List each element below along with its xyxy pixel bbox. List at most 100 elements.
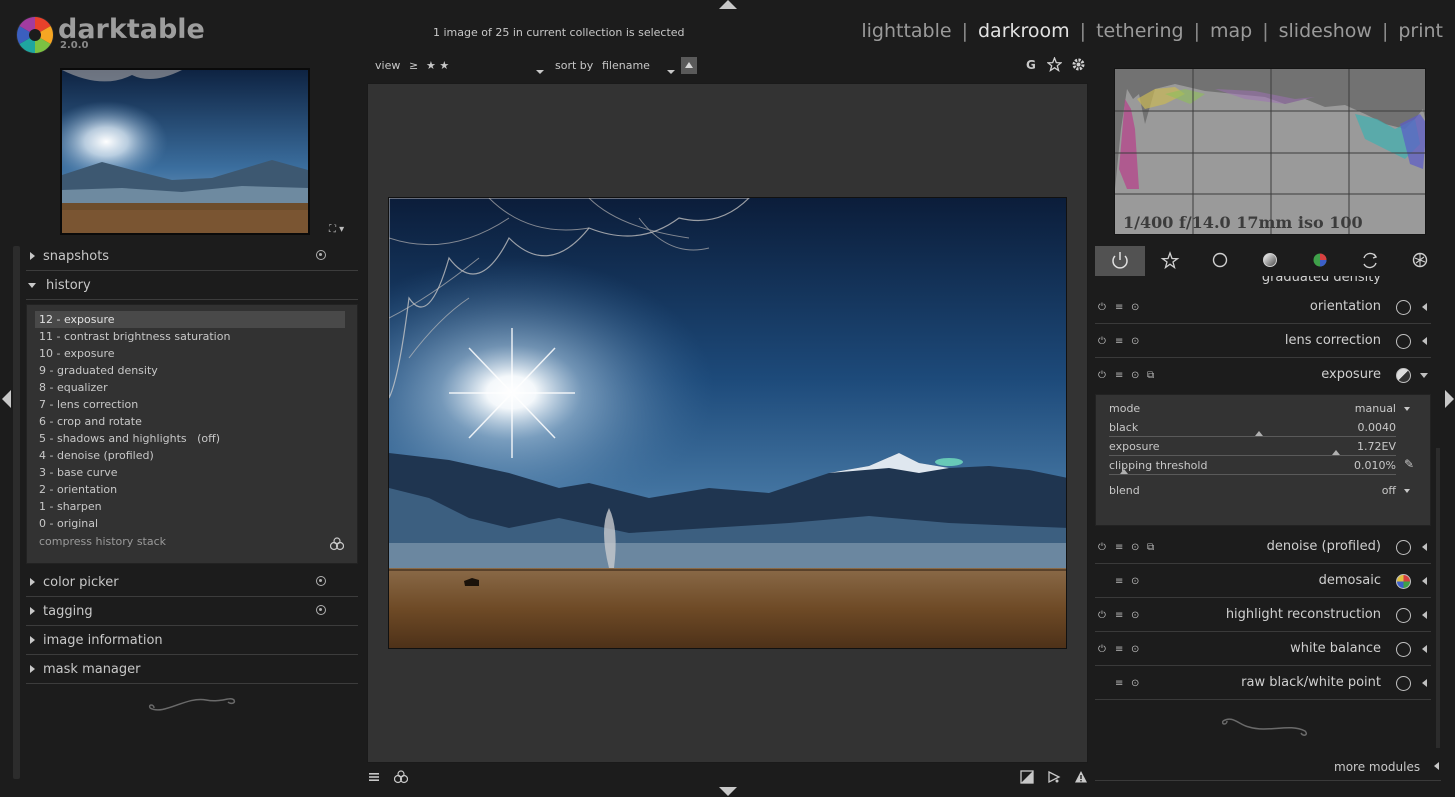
left-scrollbar[interactable] (13, 246, 20, 779)
top-panel-toggle-arrow[interactable] (719, 0, 737, 9)
view-tethering[interactable]: tethering (1096, 20, 1184, 42)
group-active-modules[interactable] (1095, 246, 1145, 276)
power-icon[interactable]: ⏻ (1098, 610, 1106, 621)
view-slideshow[interactable]: slideshow (1279, 20, 1372, 42)
dropdown-arrow-icon[interactable] (1404, 407, 1410, 411)
rating-dropdown-arrow[interactable] (536, 64, 544, 77)
rating-comparator[interactable]: ≥ (409, 59, 418, 72)
hamburger-menu-icon[interactable] (368, 771, 380, 786)
history-item[interactable]: 7 - lens correction (35, 396, 349, 413)
history-item[interactable]: 1 - sharpen (35, 498, 349, 515)
more-modules-button[interactable]: more modules (1334, 760, 1420, 774)
module-demosaic[interactable]: ≡ ⊙ demosaic (1095, 564, 1431, 598)
navigation-zoom-dropdown[interactable]: ⛶ ▾ (329, 224, 344, 235)
power-icon[interactable]: ⏻ (1098, 644, 1106, 655)
group-favorites[interactable] (1145, 246, 1195, 276)
color-picker-icon[interactable]: ✎ (1404, 457, 1414, 471)
presets-icon[interactable]: ≡ (1115, 644, 1123, 655)
expand-arrow-icon[interactable] (1422, 611, 1427, 619)
module-mask-manager[interactable]: mask manager (26, 655, 358, 684)
blend-selector[interactable]: blend off (1109, 484, 1414, 502)
slider-handle[interactable] (1332, 450, 1340, 455)
group-tone[interactable] (1245, 246, 1295, 276)
reset-icon[interactable] (316, 576, 326, 586)
collapse-arrow-icon[interactable] (1420, 373, 1428, 378)
module-white-balance[interactable]: ⏻ ≡ ⊙ white balance (1095, 632, 1431, 666)
reset-icon[interactable]: ⊙ (1131, 610, 1139, 621)
styles-icon[interactable] (393, 770, 409, 787)
reset-icon[interactable]: ⊙ (1131, 302, 1139, 313)
reset-icon[interactable]: ⊙ (1131, 678, 1139, 689)
presets-icon[interactable]: ≡ (1115, 576, 1123, 587)
module-denoise-profiled[interactable]: ⏻ ≡ ⊙ ⧉ denoise (profiled) (1095, 530, 1431, 564)
reset-icon[interactable] (316, 605, 326, 615)
navigation-thumbnail[interactable] (60, 68, 310, 235)
module-lens-correction[interactable]: ⏻ ≡ ⊙ lens correction (1095, 324, 1431, 358)
mode-selector[interactable]: mode manual (1109, 402, 1414, 420)
power-icon[interactable]: ⏻ (1098, 336, 1106, 347)
presets-icon[interactable]: ≡ (1115, 542, 1123, 553)
module-orientation[interactable]: ⏻ ≡ ⊙ orientation (1095, 290, 1431, 324)
presets-icon[interactable]: ≡ (1115, 610, 1123, 621)
module-color-picker[interactable]: color picker (26, 568, 358, 597)
presets-icon[interactable]: ≡ (1115, 302, 1123, 313)
more-modules-arrow-icon[interactable] (1434, 762, 1439, 770)
view-map[interactable]: map (1210, 20, 1252, 42)
rating-filter-stars[interactable]: ★ ★ (426, 59, 449, 72)
multi-instance-icon[interactable]: ⧉ (1147, 370, 1154, 381)
history-item[interactable]: 4 - denoise (profiled) (35, 447, 349, 464)
history-item[interactable]: 2 - orientation (35, 481, 349, 498)
history-item[interactable]: 5 - shadows and highlights (off) (35, 430, 349, 447)
history-item[interactable]: 12 - exposure (35, 311, 345, 328)
power-icon[interactable]: ⏻ (1098, 302, 1106, 313)
module-highlight-reconstruction[interactable]: ⏻ ≡ ⊙ highlight reconstruction (1095, 598, 1431, 632)
reset-icon[interactable]: ⊙ (1131, 370, 1139, 381)
multi-instance-icon[interactable]: ⧉ (1147, 542, 1154, 553)
dropdown-arrow-icon[interactable] (1404, 489, 1410, 493)
main-image[interactable] (388, 197, 1067, 649)
group-basic[interactable] (1195, 246, 1245, 276)
history-item[interactable]: 0 - original (35, 515, 349, 532)
sort-field-dropdown[interactable]: filename (602, 59, 650, 72)
module-image-information[interactable]: image information (26, 626, 358, 655)
slider-track[interactable] (1109, 450, 1396, 456)
reset-icon[interactable] (316, 250, 326, 260)
view-darkroom[interactable]: darkroom (978, 20, 1070, 42)
star-overlay-icon[interactable] (1046, 56, 1063, 75)
history-item[interactable]: 8 - equalizer (35, 379, 349, 396)
reset-icon[interactable]: ⊙ (1131, 576, 1139, 587)
module-snapshots[interactable]: snapshots (26, 242, 358, 271)
module-history[interactable]: history (26, 271, 358, 300)
module-raw-black-white-point[interactable]: ≡ ⊙ raw black/white point (1095, 666, 1431, 700)
gamut-check-warning-icon[interactable] (1074, 770, 1088, 787)
exposure-slider[interactable]: exposure 1.72EV (1109, 440, 1414, 458)
expand-arrow-icon[interactable] (1422, 337, 1427, 345)
overexposed-toggle-icon[interactable] (1020, 770, 1034, 787)
grouping-button[interactable]: G (1026, 58, 1036, 72)
history-item[interactable]: 11 - contrast brightness saturation (35, 328, 349, 345)
group-effect[interactable] (1395, 246, 1445, 276)
reset-icon[interactable]: ⊙ (1131, 542, 1139, 553)
slider-track[interactable] (1109, 469, 1396, 475)
presets-icon[interactable]: ≡ (1115, 336, 1123, 347)
right-panel-toggle-arrow[interactable] (1445, 390, 1454, 408)
create-style-icon[interactable] (329, 537, 345, 551)
expand-arrow-icon[interactable] (1422, 645, 1427, 653)
power-icon[interactable]: ⏻ (1098, 542, 1106, 553)
black-slider[interactable]: black 0.0040 (1109, 421, 1414, 439)
left-panel-toggle-arrow[interactable] (2, 390, 11, 408)
history-item[interactable]: 3 - base curve (35, 464, 349, 481)
view-lighttable[interactable]: lighttable (861, 20, 951, 42)
power-icon[interactable]: ⏻ (1098, 370, 1106, 381)
sort-dropdown-arrow[interactable] (667, 64, 675, 77)
rawoverexposed-toggle-icon[interactable] (1047, 770, 1061, 787)
expand-arrow-icon[interactable] (1422, 577, 1427, 585)
history-item[interactable]: 9 - graduated density (35, 362, 349, 379)
histogram[interactable]: 1/400 f/14.0 17mm iso 100 (1114, 68, 1426, 235)
slider-handle[interactable] (1255, 431, 1263, 436)
module-tagging[interactable]: tagging (26, 597, 358, 626)
slider-handle[interactable] (1120, 469, 1128, 474)
module-graduated-density-partial[interactable]: graduated density (1095, 276, 1431, 290)
clipping-threshold-slider[interactable]: clipping threshold 0.010% ✎ (1109, 457, 1414, 477)
presets-icon[interactable]: ≡ (1115, 678, 1123, 689)
